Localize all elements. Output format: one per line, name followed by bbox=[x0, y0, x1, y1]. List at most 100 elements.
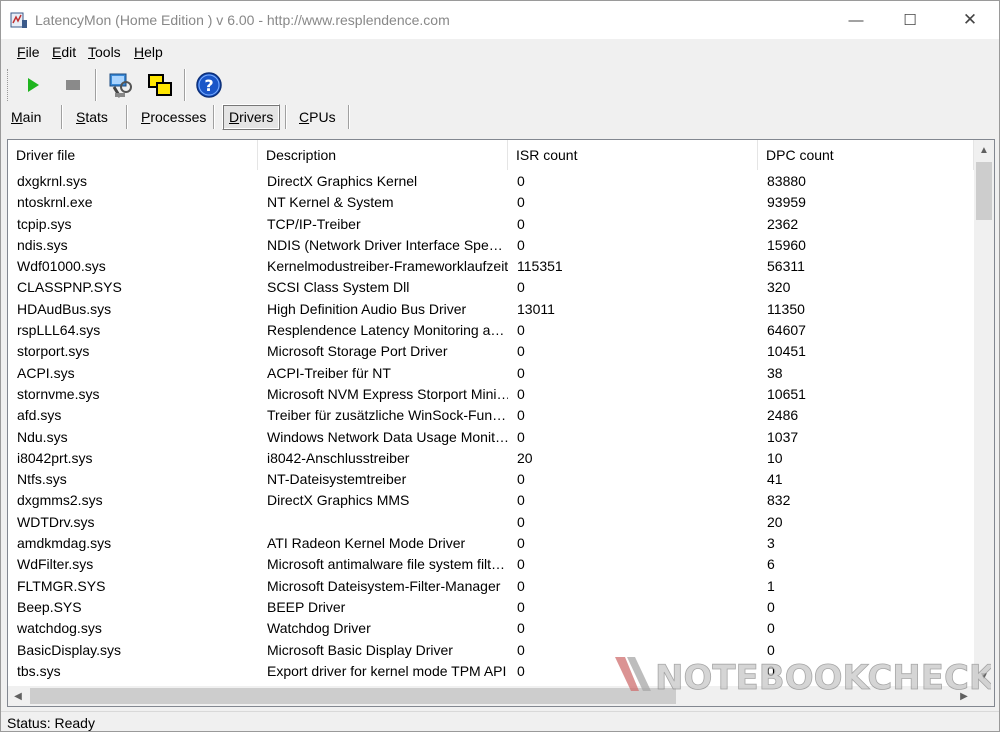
tab-separator bbox=[348, 105, 350, 129]
table-row[interactable]: i8042prt.sys i8042-Anschlusstreiber 20 10 bbox=[8, 448, 974, 469]
dpc-count-cell: 10651 bbox=[767, 385, 806, 402]
description-cell: Microsoft Dateisystem-Filter-Manager bbox=[267, 577, 501, 594]
driver-file-cell: tcpip.sys bbox=[17, 215, 72, 232]
tab-cpus[interactable]: C PUs bbox=[293, 104, 342, 130]
tab-drivers[interactable]: Drivers bbox=[222, 104, 281, 130]
description-cell: Treiber für zusätzliche WinSock-Fun… bbox=[267, 407, 507, 424]
driver-file-cell: i8042prt.sys bbox=[17, 449, 93, 466]
help-button[interactable]: ? bbox=[193, 69, 225, 101]
driver-file-cell: tbs.sys bbox=[17, 662, 61, 679]
column-header-description[interactable]: Description bbox=[258, 140, 508, 170]
table-row[interactable]: storport.sys Microsoft Storage Port Drive… bbox=[8, 341, 974, 362]
vertical-scrollbar[interactable]: ▲ ▼ bbox=[974, 140, 994, 686]
table-row[interactable]: FLTMGR.SYS Microsoft Dateisystem-Filter-M… bbox=[8, 576, 974, 597]
windows-icon bbox=[148, 74, 172, 96]
tab-processes[interactable]: Processes bbox=[135, 104, 212, 130]
title-bar[interactable]: LatencyMon (Home Edition ) v 6.00 - http… bbox=[1, 1, 999, 39]
table-row[interactable]: CLASSPNP.SYS SCSI Class System Dll 0 320 bbox=[8, 277, 974, 298]
tab-bar: Main Stats Processes Drivers C PUs bbox=[1, 103, 999, 131]
driver-file-cell: Beep.SYS bbox=[17, 598, 82, 615]
close-button[interactable]: ✕ bbox=[947, 1, 993, 39]
table-row[interactable]: amdkmdag.sys ATI Radeon Kernel Mode Drive… bbox=[8, 533, 974, 554]
description-cell: TCP/IP-Treiber bbox=[267, 215, 361, 232]
driver-file-cell: Wdf01000.sys bbox=[17, 258, 106, 275]
tab-separator bbox=[213, 105, 215, 129]
table-row[interactable]: watchdog.sys Watchdog Driver 0 0 bbox=[8, 618, 974, 639]
table-row[interactable]: Ndu.sys Windows Network Data Usage Monit…… bbox=[8, 427, 974, 448]
table-row[interactable]: rspLLL64.sys Resplendence Latency Monitor… bbox=[8, 320, 974, 341]
column-header-dpc-count[interactable]: DPC count bbox=[758, 140, 974, 170]
table-row[interactable]: Beep.SYS BEEP Driver 0 0 bbox=[8, 597, 974, 618]
menu-file[interactable]: File bbox=[17, 44, 40, 60]
table-row[interactable]: Wdf01000.sys Kernelmodustreiber-Framework… bbox=[8, 256, 974, 277]
driver-file-cell: ntoskrnl.exe bbox=[17, 194, 93, 211]
stop-icon bbox=[66, 80, 80, 90]
stop-button[interactable] bbox=[57, 69, 89, 101]
description-cell: NDIS (Network Driver Interface Spe… bbox=[267, 236, 503, 253]
isr-count-cell: 0 bbox=[517, 215, 525, 232]
table-row[interactable]: HDAudBus.sys High Definition Audio Bus Dr… bbox=[8, 299, 974, 320]
isr-count-cell: 0 bbox=[517, 364, 525, 381]
vertical-scroll-thumb[interactable] bbox=[976, 162, 992, 220]
table-row[interactable]: dxgkrnl.sys DirectX Graphics Kernel 0 83880 bbox=[8, 171, 974, 192]
driver-file-cell: amdkmdag.sys bbox=[17, 535, 112, 552]
table-row[interactable]: ACPI.sys ACPI-Treiber für NT 0 38 bbox=[8, 363, 974, 384]
description-cell: Export driver for kernel mode TPM API bbox=[267, 662, 507, 679]
description-cell: BEEP Driver bbox=[267, 598, 346, 615]
horizontal-scroll-thumb[interactable] bbox=[30, 688, 676, 704]
scroll-up-arrow-icon[interactable]: ▲ bbox=[974, 140, 994, 160]
svg-text:?: ? bbox=[204, 76, 213, 95]
driver-file-cell: Ntfs.sys bbox=[17, 471, 67, 488]
driver-file-cell: dxgmms2.sys bbox=[17, 492, 103, 509]
driver-file-cell: FLTMGR.SYS bbox=[17, 577, 106, 594]
menu-help[interactable]: Help bbox=[134, 44, 163, 60]
driver-file-cell: BasicDisplay.sys bbox=[17, 641, 121, 658]
toolbar-separator bbox=[95, 69, 97, 101]
scroll-left-arrow-icon[interactable]: ◀ bbox=[8, 686, 28, 706]
tab-main[interactable]: Main bbox=[5, 104, 47, 130]
table-row[interactable]: ntoskrnl.exe NT Kernel & System 0 93959 bbox=[8, 192, 974, 213]
table-row[interactable]: dxgmms2.sys DirectX Graphics MMS 0 832 bbox=[8, 490, 974, 511]
description-cell: Windows Network Data Usage Monit… bbox=[267, 428, 508, 445]
table-row[interactable]: WdFilter.sys Microsoft antimalware file s… bbox=[8, 554, 974, 575]
toolbar-grip[interactable] bbox=[7, 69, 10, 101]
dpc-count-cell: 0 bbox=[767, 598, 775, 615]
table-row[interactable]: stornvme.sys Microsoft NVM Express Storpo… bbox=[8, 384, 974, 405]
driver-file-cell: stornvme.sys bbox=[17, 385, 100, 402]
minimize-button[interactable]: — bbox=[833, 1, 879, 39]
windows-button[interactable] bbox=[144, 69, 176, 101]
description-cell: Resplendence Latency Monitoring a… bbox=[267, 322, 505, 339]
description-cell: ATI Radeon Kernel Mode Driver bbox=[267, 535, 466, 552]
table-row[interactable]: WDTDrv.sys 0 20 bbox=[8, 512, 974, 533]
column-header-driver-file[interactable]: Driver file bbox=[8, 140, 258, 170]
menu-tools[interactable]: Tools bbox=[88, 44, 121, 60]
tab-stats[interactable]: Stats bbox=[70, 104, 114, 130]
watermark-text: NOTEBOOKCHECK bbox=[655, 658, 991, 698]
table-row[interactable]: tcpip.sys TCP/IP-Treiber 0 2362 bbox=[8, 214, 974, 235]
dpc-count-cell: 0 bbox=[767, 620, 775, 637]
analyze-button[interactable] bbox=[104, 69, 136, 101]
column-header-isr-count[interactable]: ISR count bbox=[508, 140, 758, 170]
start-button[interactable] bbox=[17, 69, 49, 101]
list-header: Driver file Description ISR count DPC co… bbox=[8, 140, 974, 170]
driver-file-cell: dxgkrnl.sys bbox=[17, 173, 88, 189]
dpc-count-cell: 10 bbox=[767, 449, 783, 466]
driver-file-cell: watchdog.sys bbox=[17, 620, 102, 637]
menu-edit[interactable]: Edit bbox=[52, 44, 76, 60]
dpc-count-cell: 3 bbox=[767, 535, 775, 552]
isr-count-cell: 0 bbox=[517, 513, 525, 530]
maximize-icon: ☐ bbox=[903, 12, 917, 29]
table-row[interactable]: Ntfs.sys NT-Dateisystemtreiber 0 41 bbox=[8, 469, 974, 490]
drivers-list[interactable]: Driver file Description ISR count DPC co… bbox=[7, 139, 995, 707]
list-rows: dxgkrnl.sys DirectX Graphics Kernel 0 83880… bbox=[8, 171, 974, 682]
play-icon bbox=[28, 78, 39, 92]
table-row[interactable]: afd.sys Treiber für zusätzliche WinSock-F… bbox=[8, 405, 974, 426]
maximize-button[interactable]: ☐ bbox=[887, 1, 933, 39]
dpc-count-cell: 20 bbox=[767, 513, 783, 530]
isr-count-cell: 0 bbox=[517, 428, 525, 445]
isr-count-cell: 0 bbox=[517, 322, 525, 339]
window-title: LatencyMon (Home Edition ) v 6.00 - http… bbox=[35, 12, 450, 28]
isr-count-cell: 0 bbox=[517, 556, 525, 573]
isr-count-cell: 0 bbox=[517, 343, 525, 360]
table-row[interactable]: ndis.sys NDIS (Network Driver Interface S… bbox=[8, 235, 974, 256]
